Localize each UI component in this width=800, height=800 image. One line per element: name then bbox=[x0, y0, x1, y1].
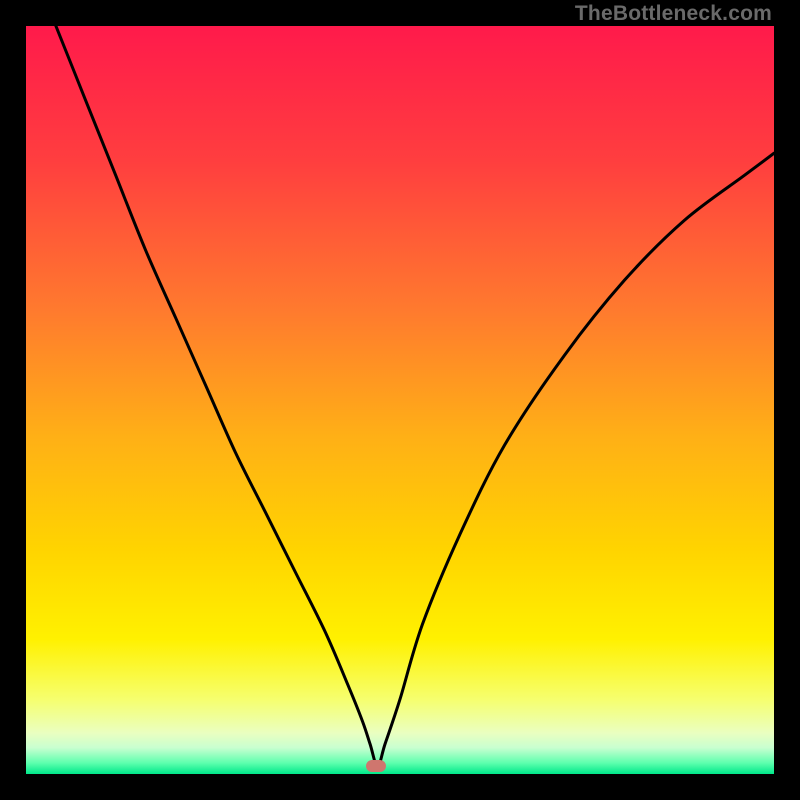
plot-area bbox=[26, 26, 774, 774]
chart-frame: TheBottleneck.com bbox=[0, 0, 800, 800]
optimal-point-marker bbox=[366, 760, 386, 772]
watermark-text: TheBottleneck.com bbox=[575, 2, 772, 26]
bottleneck-curve bbox=[26, 26, 774, 774]
